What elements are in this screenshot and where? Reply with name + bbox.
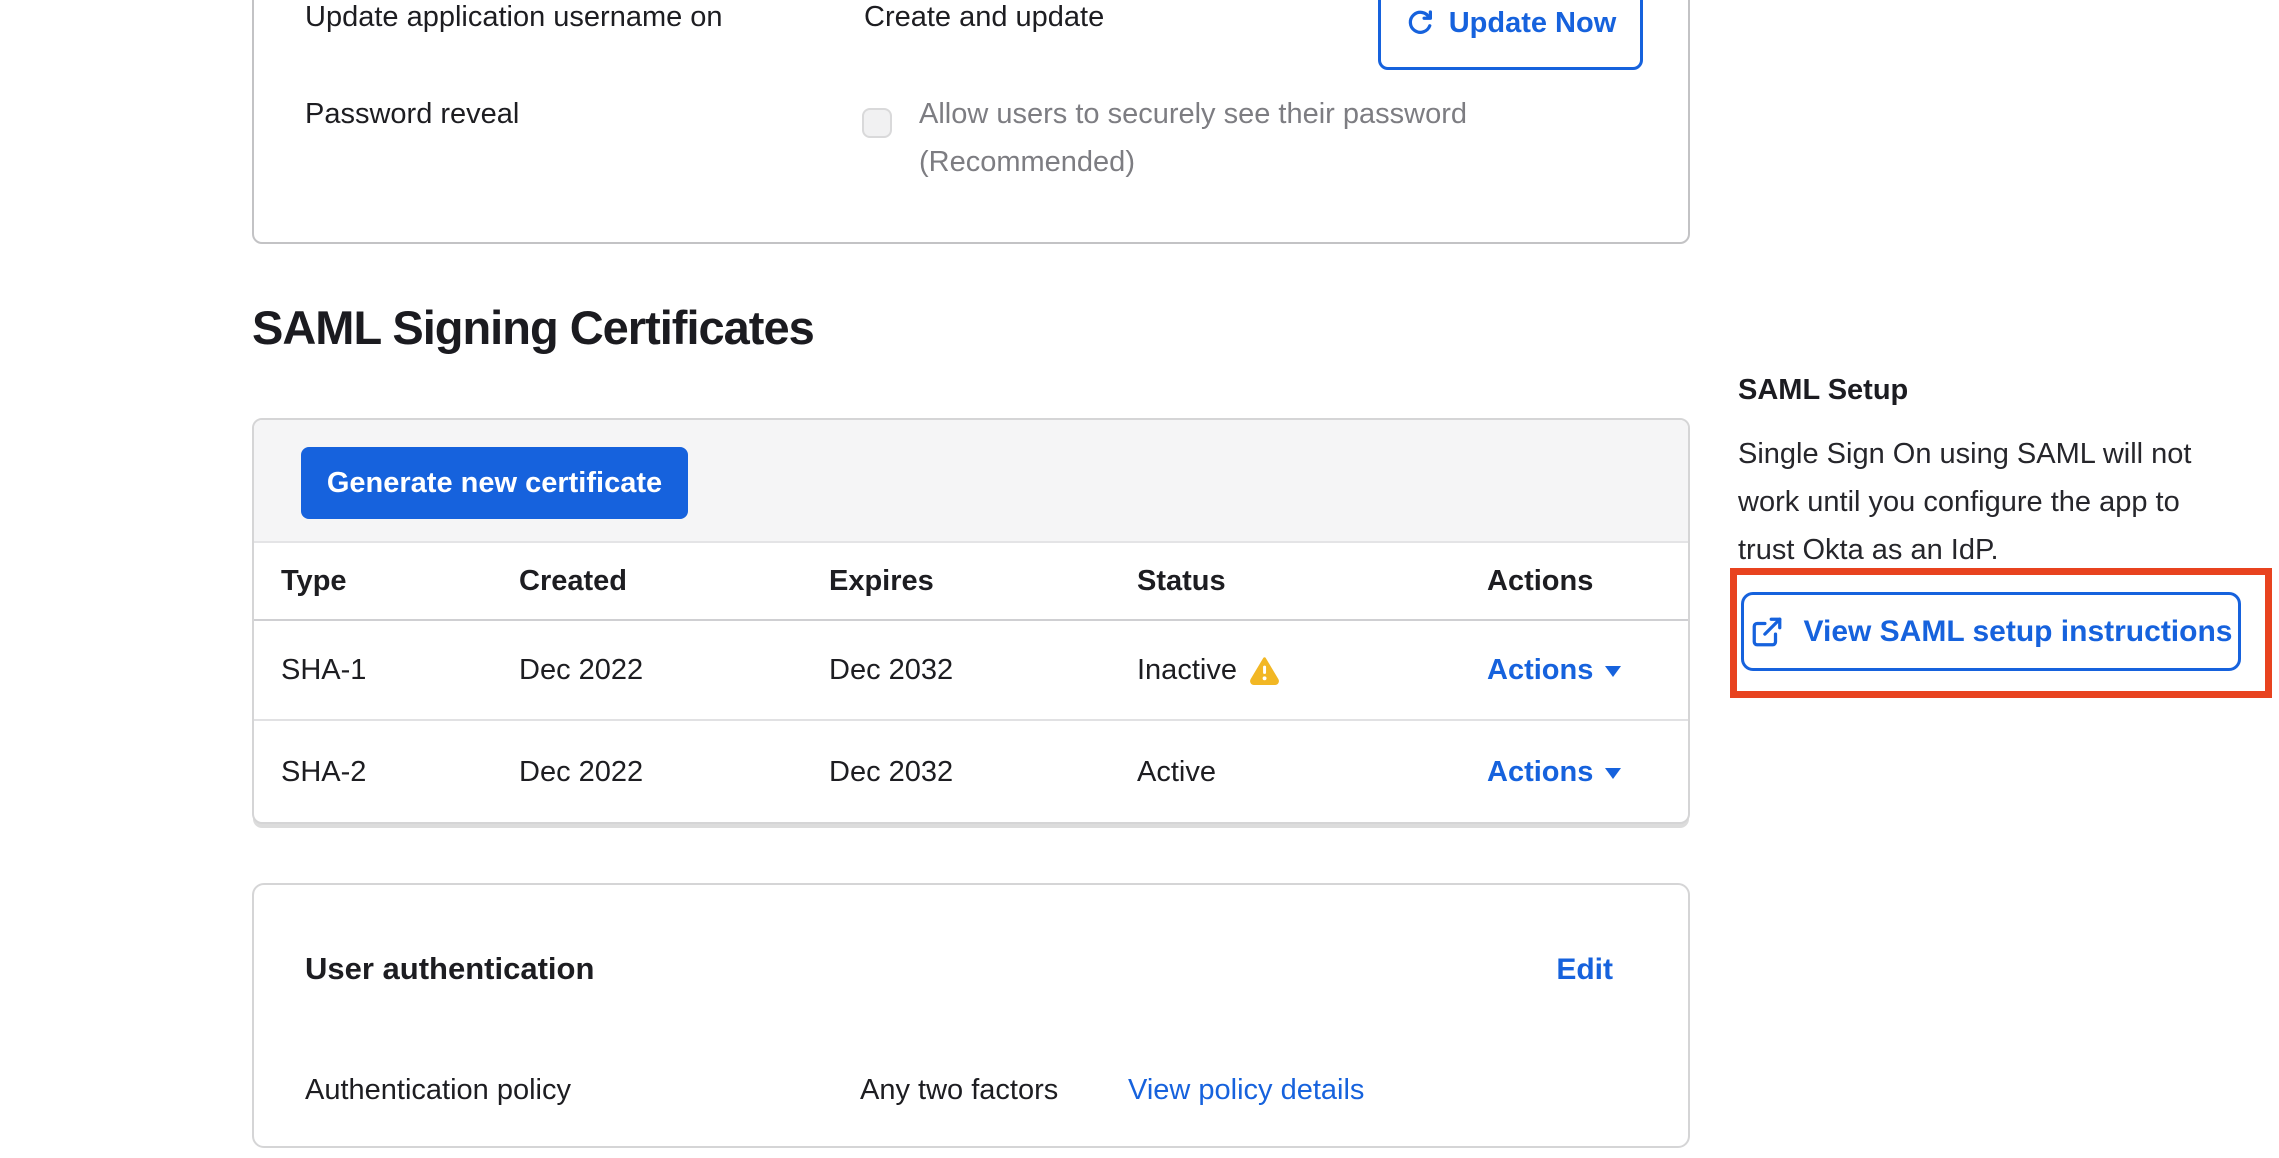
column-header-type: Type bbox=[254, 565, 492, 598]
saml-setup-title: SAML Setup bbox=[1738, 374, 1908, 407]
user-authentication-title: User authentication bbox=[305, 951, 594, 987]
table-row: SHA-1 Dec 2022 Dec 2032 Inactive Actions bbox=[254, 621, 1690, 721]
cert-created: Dec 2022 bbox=[492, 756, 802, 789]
cert-status: Inactive bbox=[1137, 654, 1237, 687]
chevron-down-icon bbox=[1605, 768, 1621, 779]
actions-dropdown[interactable]: Actions bbox=[1460, 756, 1690, 789]
column-header-status: Status bbox=[1110, 565, 1460, 598]
cert-type: SHA-1 bbox=[254, 654, 492, 687]
column-header-created: Created bbox=[492, 565, 802, 598]
view-saml-setup-instructions-label: View SAML setup instructions bbox=[1804, 615, 2233, 649]
view-saml-setup-instructions-button[interactable]: View SAML setup instructions bbox=[1741, 592, 2241, 671]
cert-expires: Dec 2032 bbox=[802, 756, 1110, 789]
sign-on-settings-panel: Update application username on Create an… bbox=[252, 0, 1690, 244]
table-row: SHA-2 Dec 2022 Dec 2032 Active Actions bbox=[254, 721, 1690, 823]
cert-type: SHA-2 bbox=[254, 756, 492, 789]
saml-certificates-panel: Generate new certificate Type Created Ex… bbox=[252, 418, 1690, 824]
column-header-expires: Expires bbox=[802, 565, 1110, 598]
external-link-icon bbox=[1750, 615, 1784, 649]
chevron-down-icon bbox=[1605, 666, 1621, 677]
username-update-value: Create and update bbox=[864, 0, 1104, 34]
cert-status-cell: Inactive bbox=[1110, 654, 1460, 687]
password-reveal-recommended-label: (Recommended) bbox=[919, 145, 1135, 179]
edit-link[interactable]: Edit bbox=[1556, 953, 1613, 987]
actions-dropdown[interactable]: Actions bbox=[1460, 654, 1690, 687]
cert-status-cell: Active bbox=[1110, 756, 1460, 789]
cert-created: Dec 2022 bbox=[492, 654, 802, 687]
generate-certificate-button[interactable]: Generate new certificate bbox=[301, 447, 688, 519]
view-policy-details-link[interactable]: View policy details bbox=[1128, 1073, 1364, 1107]
page-title: SAML Signing Certificates bbox=[252, 300, 814, 355]
update-now-button[interactable]: Update Now bbox=[1378, 0, 1643, 70]
password-reveal-checkbox-label: Allow users to securely see their passwo… bbox=[919, 97, 1467, 131]
table-header-row: Type Created Expires Status Actions bbox=[254, 543, 1690, 621]
column-header-actions: Actions bbox=[1460, 565, 1690, 598]
generate-certificate-label: Generate new certificate bbox=[327, 467, 662, 500]
refresh-icon bbox=[1405, 8, 1435, 38]
cert-status: Active bbox=[1137, 756, 1216, 789]
update-now-label: Update Now bbox=[1449, 7, 1617, 40]
actions-label: Actions bbox=[1487, 756, 1593, 789]
actions-label: Actions bbox=[1487, 654, 1593, 687]
user-authentication-panel: User authentication Edit Authentication … bbox=[252, 883, 1690, 1148]
authentication-policy-value: Any two factors bbox=[860, 1073, 1058, 1107]
page: Update application username on Create an… bbox=[0, 0, 2279, 1158]
password-reveal-label: Password reveal bbox=[305, 97, 519, 131]
password-reveal-checkbox[interactable] bbox=[862, 108, 892, 138]
cert-expires: Dec 2032 bbox=[802, 654, 1110, 687]
saml-setup-description: Single Sign On using SAML will not work … bbox=[1738, 430, 2278, 574]
authentication-policy-label: Authentication policy bbox=[305, 1073, 571, 1107]
username-update-label: Update application username on bbox=[305, 0, 723, 34]
warning-icon bbox=[1249, 656, 1280, 685]
